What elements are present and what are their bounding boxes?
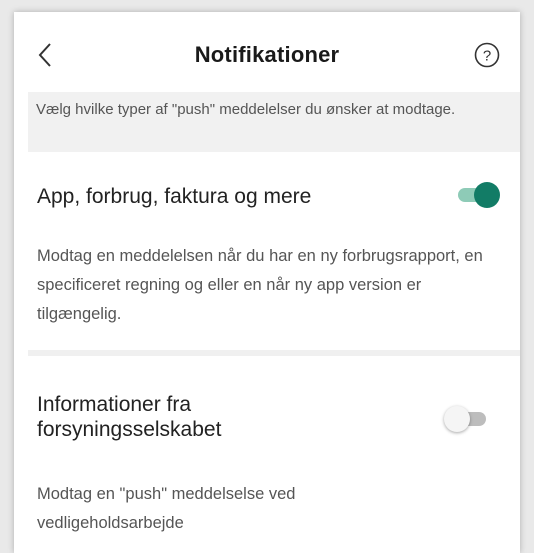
toggle-supplier-notifications[interactable] xyxy=(444,404,490,434)
header: Notifikationer ? xyxy=(14,12,520,92)
section-title-supplier: Informationer fra forsyningsselskabet xyxy=(37,393,222,441)
help-button[interactable]: ? xyxy=(474,42,500,68)
section-title-app: App, forbrug, faktura og mere xyxy=(37,185,312,208)
section-divider xyxy=(28,350,520,356)
question-circle-icon: ? xyxy=(474,42,500,68)
toggle-thumb xyxy=(474,182,500,208)
page-title: Notifikationer xyxy=(194,42,340,67)
intro-text: Vælg hvilke typer af "push" meddelelser … xyxy=(28,92,520,152)
notifications-screen: Notifikationer ? Vælg hvilke typer af "p… xyxy=(14,12,520,553)
toggle-thumb xyxy=(444,406,470,432)
section-description-app: Modtag en meddelelsen når du har en ny f… xyxy=(37,247,483,323)
svg-text:?: ? xyxy=(483,48,491,65)
section-description-supplier: Modtag en "push" meddelselse ved vedlige… xyxy=(37,485,296,532)
toggle-app-notifications[interactable] xyxy=(454,180,500,210)
